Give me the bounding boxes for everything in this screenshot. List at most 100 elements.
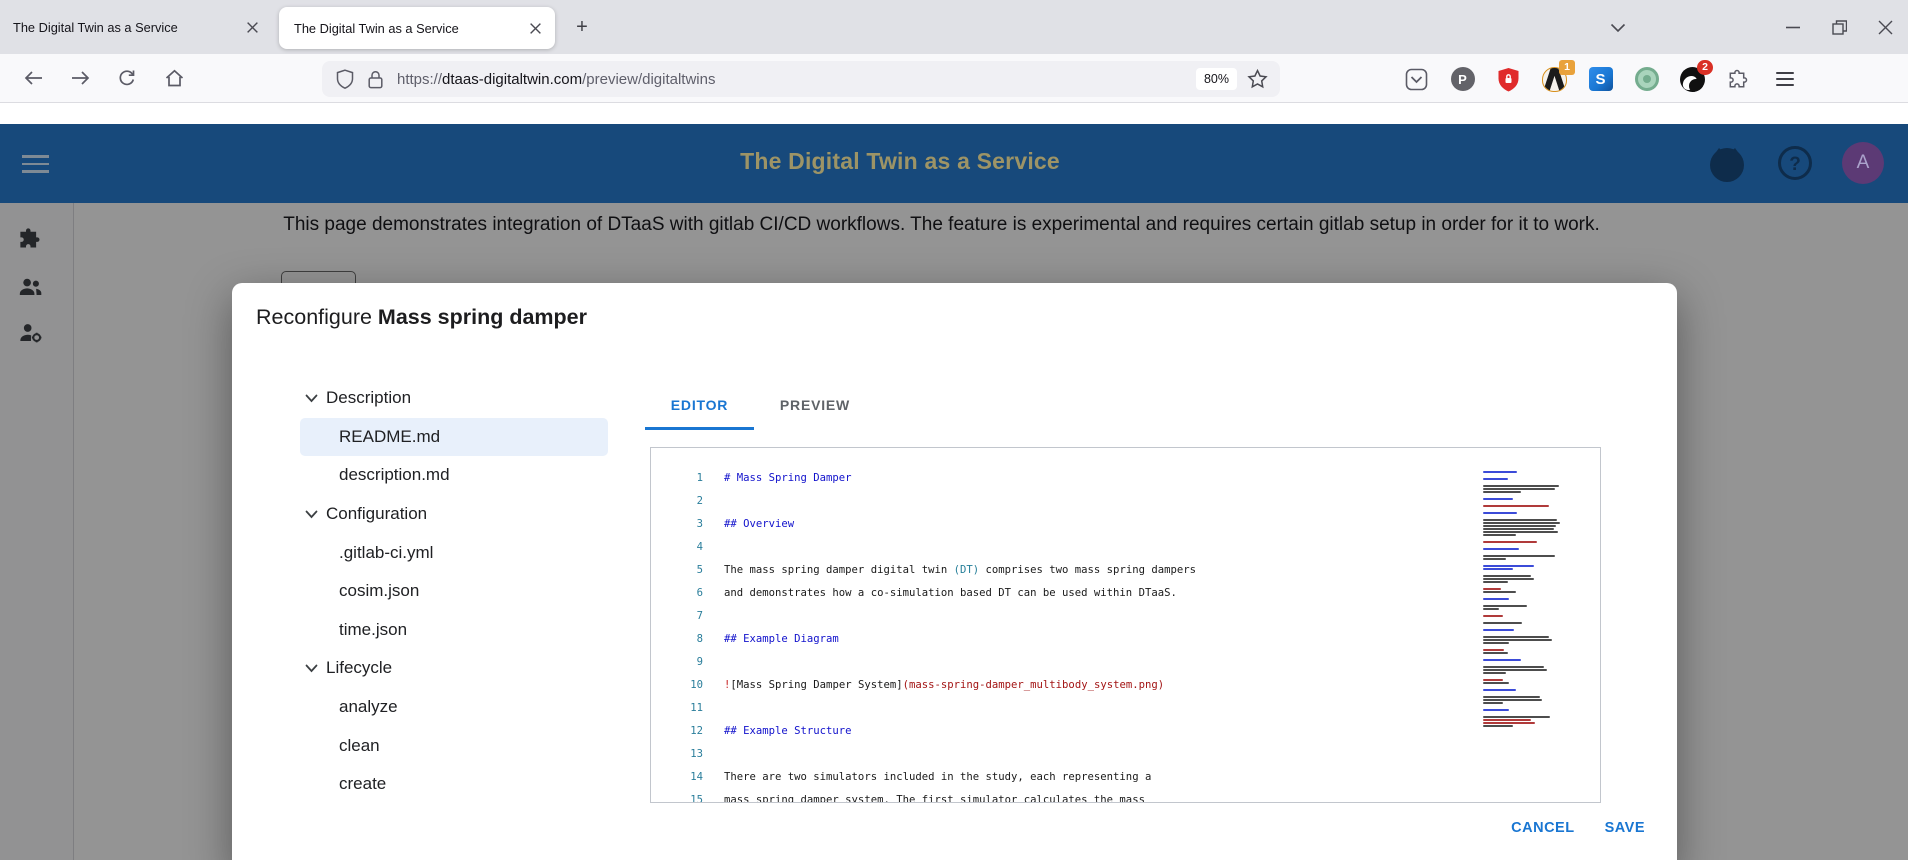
new-tab-button[interactable]: + <box>568 13 596 41</box>
chevron-down-icon <box>305 394 318 403</box>
tree-item-label: cosim.json <box>339 581 420 601</box>
window-minimize-button[interactable] <box>1770 0 1816 54</box>
line-number: 2 <box>696 495 703 507</box>
line-number: 10 <box>690 679 703 691</box>
tab-preview[interactable]: PREVIEW <box>754 381 876 428</box>
line-number: 5 <box>696 564 703 576</box>
p-extension-icon[interactable]: P <box>1450 67 1475 92</box>
close-tab-icon[interactable] <box>523 16 547 40</box>
reload-button[interactable] <box>110 61 144 95</box>
url-domain: dtaas-digitaltwin.com <box>442 70 583 88</box>
code-line: 15 mass spring damper system. The first s… <box>651 789 1600 803</box>
code-line: 14 There are two simulators included in t… <box>651 766 1600 789</box>
code-line: 1 # Mass Spring Damper <box>651 467 1600 490</box>
svg-text:?: ? <box>1789 154 1801 175</box>
tree-item-label: time.json <box>339 619 408 639</box>
line-number: 12 <box>690 725 703 737</box>
dialog-title: Reconfigure Mass spring damper <box>256 305 587 329</box>
app-header: The Digital Twin as a Service ? A <box>0 124 1908 203</box>
chevron-down-icon <box>305 664 318 673</box>
github-icon[interactable] <box>1706 142 1748 184</box>
code-line: 6 and demonstrates how a co-simulation ba… <box>651 582 1600 605</box>
help-icon[interactable]: ? <box>1776 144 1814 182</box>
tab-overflow-chevron-icon[interactable] <box>1604 14 1632 42</box>
browser-tab-active[interactable]: The Digital Twin as a Service <box>279 7 555 49</box>
tree-item-label: create <box>339 774 387 794</box>
browser-tab-inactive[interactable]: The Digital Twin as a Service <box>0 0 272 54</box>
line-number: 6 <box>696 587 703 599</box>
browser-tab-strip: The Digital Twin as a Service The Digita… <box>0 0 1908 54</box>
line-number: 9 <box>696 656 703 668</box>
user-avatar[interactable]: A <box>1842 142 1884 184</box>
tree-file-analyze[interactable]: analyze <box>300 688 608 727</box>
adguard-shield-icon[interactable] <box>1496 67 1521 92</box>
url-bar[interactable]: https://dtaas-digitaltwin.com/preview/di… <box>322 61 1280 97</box>
tab-title: The Digital Twin as a Service <box>294 20 459 36</box>
tree-group-lifecycle[interactable]: Lifecycle <box>300 649 608 688</box>
browser-window: The Digital Twin as a Service The Digita… <box>0 0 1908 860</box>
green-ring-extension-icon[interactable] <box>1634 67 1659 92</box>
code-line: 4 <box>651 536 1600 559</box>
code-text: ## Example Diagram <box>724 633 839 645</box>
url-text[interactable]: https://dtaas-digitaltwin.com/preview/di… <box>397 71 1196 88</box>
code-text: # Mass Spring Damper <box>724 472 852 484</box>
window-restore-button[interactable] <box>1816 0 1862 54</box>
markdown-editor[interactable]: 1 # Mass Spring Damper 2 3 ## Overview 4 5 The … <box>650 447 1601 803</box>
tab-editor[interactable]: EDITOR <box>645 381 754 430</box>
code-line: 7 <box>651 605 1600 628</box>
editor-lines: 1 # Mass Spring Damper 2 3 ## Overview 4 5 The … <box>651 448 1600 803</box>
window-close-button[interactable] <box>1862 0 1908 54</box>
tree-file-cosim.json[interactable]: cosim.json <box>300 572 608 611</box>
code-line: 10 ![Mass Spring Damper System](mass-spri… <box>651 674 1600 697</box>
dark-bird-extension-icon[interactable]: 2 <box>1680 59 1713 92</box>
tree-item-label: clean <box>339 735 380 755</box>
code-line: 2 <box>651 490 1600 513</box>
code-line: 3 ## Overview <box>651 513 1600 536</box>
tree-group-description[interactable]: Description <box>300 379 608 418</box>
forward-button[interactable] <box>63 61 97 95</box>
extension-row: P 1 S 2 <box>1404 59 1797 97</box>
code-line: 11 <box>651 697 1600 720</box>
home-button[interactable] <box>157 61 191 95</box>
line-number: 13 <box>690 748 703 760</box>
line-number: 1 <box>696 472 703 484</box>
code-line: 9 <box>651 651 1600 674</box>
pocket-icon[interactable] <box>1404 67 1429 92</box>
code-text: and demonstrates how a co-simulation bas… <box>724 587 1177 599</box>
save-button[interactable]: SAVE <box>1597 811 1653 845</box>
line-number: 8 <box>696 633 703 645</box>
code-text: The mass spring damper digital twin (DT)… <box>724 564 1196 576</box>
tree-file-time.json[interactable]: time.json <box>300 611 608 650</box>
lock-icon[interactable] <box>368 70 383 89</box>
zoom-level-badge[interactable]: 80% <box>1195 68 1237 90</box>
tree-item-label: Lifecycle <box>326 658 393 678</box>
code-text: ## Example Structure <box>724 725 852 737</box>
back-button[interactable] <box>16 61 50 95</box>
code-line: 12 ## Example Structure <box>651 720 1600 743</box>
extensions-puzzle-icon[interactable] <box>1726 67 1751 92</box>
code-text: ![Mass Spring Damper System](mass-spring… <box>724 679 1165 691</box>
menu-hamburger-icon[interactable] <box>1772 67 1797 92</box>
tree-file-.gitlab-ci.yml[interactable]: .gitlab-ci.yml <box>300 533 608 572</box>
code-text: There are two simulators included in the… <box>724 771 1152 783</box>
reconfigure-dialog: Reconfigure Mass spring damper Descripti… <box>232 283 1677 860</box>
line-number: 4 <box>696 541 703 553</box>
line-number: 7 <box>696 610 703 622</box>
line-number: 14 <box>690 771 703 783</box>
tree-file-description.md[interactable]: description.md <box>300 456 608 495</box>
bookmark-star-icon[interactable] <box>1247 69 1268 89</box>
line-number: 15 <box>690 794 703 803</box>
tracking-shield-icon[interactable] <box>336 69 354 89</box>
tree-file-clean[interactable]: clean <box>300 726 608 765</box>
close-tab-icon[interactable] <box>240 15 264 39</box>
tree-item-label: README.md <box>339 426 441 446</box>
tree-file-readme.md[interactable]: README.md <box>300 417 608 457</box>
s-extension-icon[interactable]: S <box>1588 67 1613 92</box>
tree-file-create[interactable]: create <box>300 765 608 804</box>
cancel-button[interactable]: CANCEL <box>1503 811 1582 845</box>
code-text: mass spring damper system. The first sim… <box>724 794 1145 803</box>
tree-group-configuration[interactable]: Configuration <box>300 495 608 534</box>
privacy-badger-icon[interactable]: 1 <box>1542 59 1575 92</box>
code-line: 5 The mass spring damper digital twin (DT… <box>651 559 1600 582</box>
editor-minimap[interactable] <box>1478 466 1570 734</box>
